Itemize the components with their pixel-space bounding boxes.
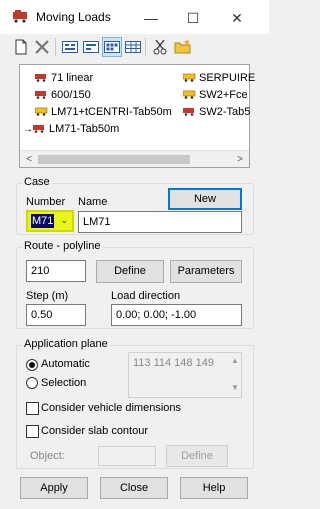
scroll-left-icon[interactable]: < bbox=[21, 152, 37, 167]
scroll-up-icon[interactable]: ▲ bbox=[229, 356, 241, 365]
consider-slab-contour-checkbox[interactable] bbox=[26, 425, 39, 438]
object-input bbox=[98, 446, 156, 466]
list-item[interactable]: 71 linear bbox=[35, 71, 93, 85]
list-item[interactable]: → LM71-Tab50m bbox=[23, 122, 119, 136]
train-yellow-icon bbox=[35, 107, 48, 116]
app-train-icon bbox=[13, 10, 27, 23]
train-red-icon bbox=[183, 108, 194, 116]
define-object-button: Define bbox=[166, 445, 228, 467]
define-route-button[interactable]: Define bbox=[96, 260, 164, 283]
consider-vehicle-dimensions-label[interactable]: Consider vehicle dimensions bbox=[41, 402, 181, 414]
selection-radio[interactable] bbox=[26, 377, 38, 389]
scroll-right-icon[interactable]: > bbox=[232, 152, 248, 167]
minimize-button[interactable]: — bbox=[136, 7, 166, 29]
load-direction-input[interactable]: 0.00; 0.00; -1.00 bbox=[111, 304, 242, 326]
delete-icon[interactable] bbox=[33, 38, 51, 56]
consider-vehicle-dimensions-checkbox[interactable] bbox=[26, 402, 39, 415]
cut-icon[interactable] bbox=[151, 38, 169, 56]
help-button[interactable]: Help bbox=[180, 477, 248, 499]
current-arrow-icon: → bbox=[23, 124, 33, 135]
close-window-button[interactable]: ✕ bbox=[222, 7, 252, 29]
scroll-down-icon[interactable]: ▼ bbox=[229, 383, 241, 392]
case-name-input[interactable]: LM71 bbox=[78, 211, 242, 233]
step-input[interactable]: 0.50 bbox=[26, 304, 86, 326]
application-plane-label: Application plane bbox=[22, 338, 110, 350]
train-yellow-icon bbox=[183, 73, 196, 82]
selection-label[interactable]: Selection bbox=[41, 377, 86, 389]
consider-slab-contour-label[interactable]: Consider slab contour bbox=[41, 425, 148, 437]
nodes-list[interactable]: 113 114 148 149 ▲ ▼ bbox=[128, 352, 242, 398]
new-document-icon[interactable] bbox=[12, 38, 30, 56]
toolbar-separator bbox=[145, 38, 146, 56]
route-input[interactable]: 210 bbox=[26, 260, 86, 282]
parameters-button[interactable]: Parameters bbox=[170, 260, 242, 283]
nodes-vertical-scrollbar[interactable]: ▲ ▼ bbox=[229, 353, 241, 397]
maximize-button[interactable]: ☐ bbox=[178, 7, 208, 29]
list-item[interactable]: SW2-Tab5 bbox=[183, 105, 250, 119]
automatic-radio[interactable] bbox=[26, 359, 38, 371]
view-table-icon[interactable] bbox=[124, 38, 142, 56]
chevron-down-icon[interactable]: ⌄ bbox=[60, 215, 68, 226]
list-item[interactable]: LM71+tCENTRI-Tab50m bbox=[35, 105, 172, 119]
view-list-icon[interactable] bbox=[61, 38, 79, 56]
scrollbar-thumb[interactable] bbox=[38, 155, 190, 164]
step-label: Step (m) bbox=[26, 290, 69, 302]
close-button[interactable]: Close bbox=[100, 477, 168, 499]
number-label: Number bbox=[26, 196, 66, 208]
list-item[interactable]: SW2+Fce bbox=[183, 88, 248, 102]
window-title: Moving Loads bbox=[36, 10, 111, 24]
toolbar-separator bbox=[55, 38, 56, 56]
train-red-icon bbox=[35, 74, 46, 82]
case-number-combo[interactable]: M71 ⌄ bbox=[26, 210, 74, 232]
list-horizontal-scrollbar[interactable]: < > bbox=[20, 150, 249, 167]
view-grid-icon[interactable] bbox=[102, 37, 122, 57]
view-details-icon[interactable] bbox=[82, 38, 100, 56]
case-number-value: M71 bbox=[31, 214, 55, 228]
automatic-label[interactable]: Automatic bbox=[41, 358, 90, 370]
object-label: Object: bbox=[30, 450, 65, 462]
name-label: Name bbox=[78, 196, 108, 208]
list-item[interactable]: 600/150 bbox=[35, 88, 91, 102]
case-group-label: Case bbox=[22, 176, 52, 188]
list-item[interactable]: SERPUIRE bbox=[183, 71, 255, 85]
train-red-icon bbox=[33, 125, 44, 133]
new-case-button[interactable]: New bbox=[168, 188, 242, 210]
route-group-label: Route - polyline bbox=[22, 240, 103, 252]
train-red-icon bbox=[35, 91, 46, 99]
apply-button[interactable]: Apply bbox=[20, 477, 88, 499]
open-folder-icon[interactable] bbox=[174, 38, 192, 56]
load-direction-label: Load direction bbox=[111, 290, 181, 302]
nodes-text: 113 114 148 149 bbox=[133, 357, 214, 369]
train-yellow-icon bbox=[183, 90, 196, 99]
